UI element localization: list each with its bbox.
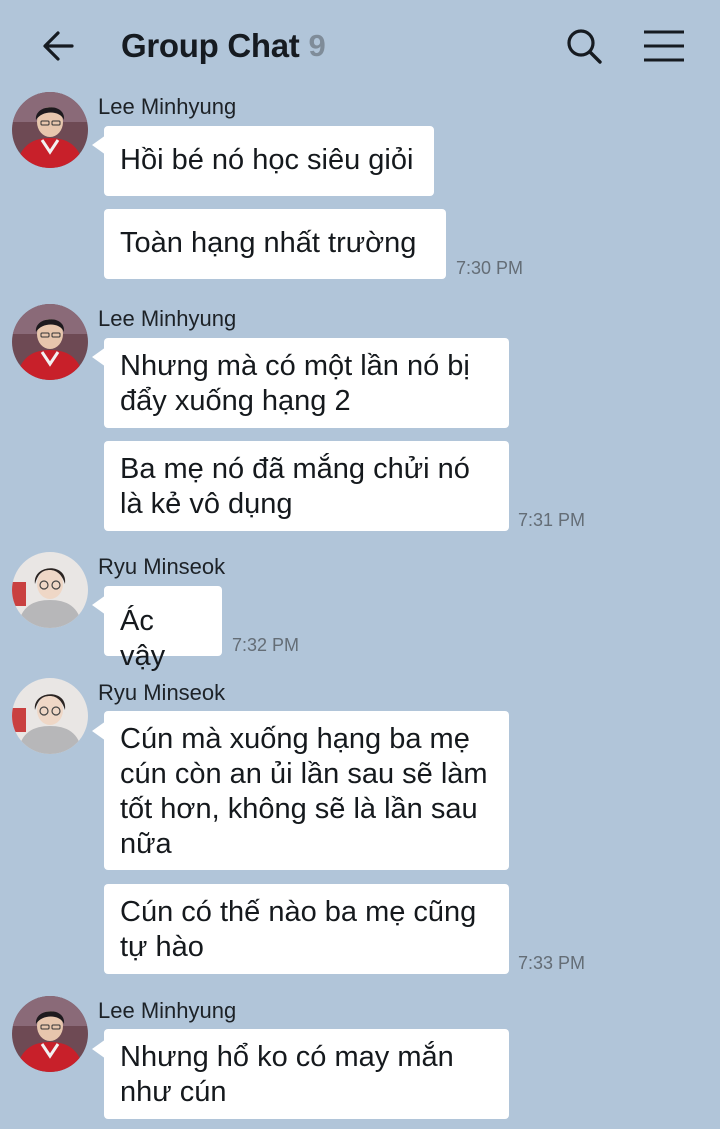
- message-bubble[interactable]: Ác vậy: [104, 586, 222, 672]
- chat-header: Group Chat 9: [0, 0, 720, 92]
- search-button[interactable]: [562, 24, 606, 68]
- message-text: Toàn hạng nhất trường: [120, 227, 417, 259]
- message-time: 7:32 PM: [232, 635, 300, 655]
- message-time: 7:33 PM: [518, 953, 586, 973]
- chat-title: Group Chat: [121, 27, 300, 64]
- message-bubble[interactable]: Hồi bé nó học siêu giỏi: [104, 126, 434, 196]
- avatar-grey-hoodie: [12, 678, 88, 754]
- sender-name: Lee Minhyung: [98, 998, 237, 1023]
- avatar[interactable]: [12, 678, 88, 754]
- message-text: Nhưng mà có một lần nó bị đẩy xuống hạng…: [120, 350, 470, 417]
- message-bubble[interactable]: Cún có thế nào ba mẹ cũng tự hào: [104, 884, 509, 974]
- message-bubble[interactable]: Toàn hạng nhất trường: [104, 209, 446, 279]
- hamburger-menu-icon: [644, 30, 684, 62]
- message-bubble[interactable]: Nhưng mà có một lần nó bị đẩy xuống hạng…: [104, 338, 509, 428]
- member-count: 9: [308, 28, 326, 63]
- message-text: Hồi bé nó học siêu giỏi: [120, 144, 414, 176]
- message-text: Ác vậy: [120, 605, 166, 672]
- message-time: 7:30 PM: [456, 258, 524, 278]
- avatar[interactable]: [12, 552, 88, 628]
- message-bubble[interactable]: Nhưng hổ ko có may mắn như cún: [104, 1029, 509, 1119]
- message-bubble[interactable]: Cún mà xuống hạng ba mẹ cún còn an ủi lầ…: [104, 711, 509, 870]
- sender-name: Lee Minhyung: [98, 306, 237, 331]
- message-text: Cún mà xuống hạng ba mẹ cún còn an ủi lầ…: [120, 723, 488, 860]
- chat-title-area[interactable]: Group Chat 9: [121, 24, 326, 68]
- sender-name: Ryu Minseok: [98, 680, 226, 705]
- avatar[interactable]: [12, 92, 88, 168]
- message-text: Nhưng hổ ko có may mắn như cún: [120, 1041, 454, 1108]
- message-time: 7:31 PM: [518, 510, 586, 530]
- avatar-red-jacket: [12, 92, 88, 168]
- sender-name: Lee Minhyung: [98, 94, 237, 119]
- back-button[interactable]: [36, 24, 80, 68]
- avatar[interactable]: [12, 996, 88, 1072]
- message-bubble[interactable]: Ba mẹ nó đã mắng chửi nó là kẻ vô dụng: [104, 441, 509, 531]
- avatar-grey-hoodie: [12, 552, 88, 628]
- sender-name: Ryu Minseok: [98, 554, 226, 579]
- avatar-red-jacket: [12, 304, 88, 380]
- message-text: Cún có thế nào ba mẹ cũng tự hào: [120, 896, 477, 963]
- avatar[interactable]: [12, 304, 88, 380]
- avatar-red-jacket: [12, 996, 88, 1072]
- search-icon: [567, 29, 602, 64]
- arrow-left-icon: [43, 31, 74, 61]
- message-text: Ba mẹ nó đã mắng chửi nó là kẻ vô dụng: [120, 453, 470, 520]
- menu-button[interactable]: [640, 24, 688, 68]
